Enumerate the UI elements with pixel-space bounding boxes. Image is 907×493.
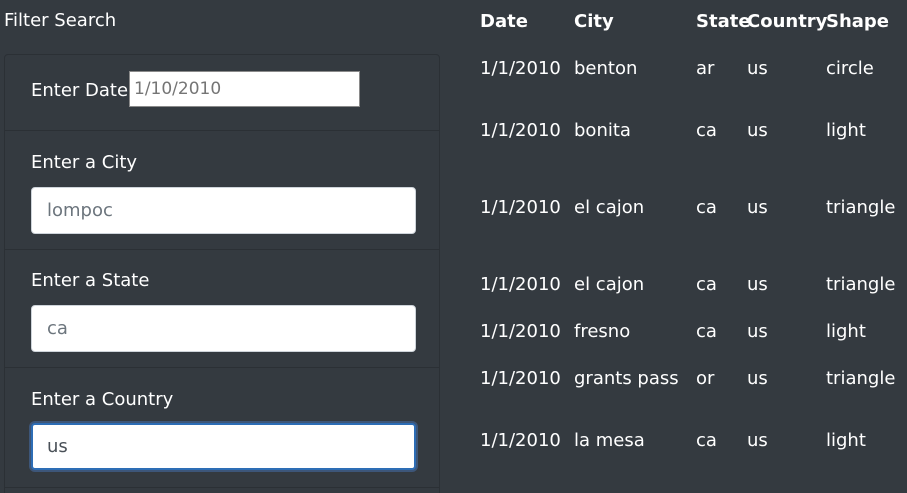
header-shape: Shape	[826, 11, 890, 32]
cell-shape: light	[826, 430, 866, 451]
page: Filter Search Enter Date Enter a City En…	[0, 0, 907, 493]
cell-shape: light	[826, 321, 866, 342]
date-input[interactable]	[129, 71, 360, 107]
cell-shape: triangle	[826, 368, 896, 389]
cell-date: 1/1/2010	[480, 321, 561, 342]
cell-state: ar	[696, 58, 715, 79]
table-row: 1/1/2010 benton ar us circle	[480, 57, 907, 81]
cell-city: el cajon	[574, 274, 645, 295]
cell-date: 1/1/2010	[480, 197, 561, 218]
filter-row-country: Enter a Country	[5, 368, 439, 488]
table-row: 1/1/2010 grants pass or us triangle	[480, 367, 907, 391]
cell-city: grants pass	[574, 368, 679, 389]
cell-city: benton	[574, 58, 638, 79]
cell-city: el cajon	[574, 197, 645, 218]
city-label: Enter a City	[31, 152, 138, 173]
header-city: City	[574, 11, 614, 32]
cell-country: us	[747, 274, 768, 295]
table-row: 1/1/2010 bonita ca us light	[480, 119, 907, 143]
state-input[interactable]	[31, 305, 416, 352]
table-row: 1/1/2010 el cajon ca us triangle	[480, 196, 907, 220]
country-input[interactable]	[31, 423, 416, 470]
cell-shape: circle	[826, 58, 874, 79]
header-date: Date	[480, 11, 528, 32]
cell-country: us	[747, 368, 768, 389]
table-row: 1/1/2010 el cajon ca us triangle	[480, 273, 907, 297]
cell-state: or	[696, 368, 715, 389]
header-state: State	[696, 11, 751, 32]
cell-shape: light	[826, 120, 866, 141]
country-label: Enter a Country	[31, 389, 174, 410]
cell-date: 1/1/2010	[480, 274, 561, 295]
cell-shape: triangle	[826, 197, 896, 218]
cell-state: ca	[696, 321, 717, 342]
state-label: Enter a State	[31, 270, 150, 291]
cell-country: us	[747, 58, 768, 79]
filter-panel: Enter Date Enter a City Enter a State En…	[4, 54, 440, 493]
cell-country: us	[747, 430, 768, 451]
cell-country: us	[747, 197, 768, 218]
cell-country: us	[747, 120, 768, 141]
filter-row-city: Enter a City	[5, 131, 439, 250]
cell-shape: triangle	[826, 274, 896, 295]
filter-search-title: Filter Search	[4, 10, 117, 31]
cell-city: fresno	[574, 321, 631, 342]
cell-country: us	[747, 321, 768, 342]
cell-state: ca	[696, 197, 717, 218]
cell-state: ca	[696, 274, 717, 295]
cell-date: 1/1/2010	[480, 430, 561, 451]
city-input[interactable]	[31, 187, 416, 234]
table-row: 1/1/2010 fresno ca us light	[480, 320, 907, 344]
cell-city: la mesa	[574, 430, 645, 451]
cell-date: 1/1/2010	[480, 368, 561, 389]
filter-row-date: Enter Date	[5, 55, 439, 131]
cell-date: 1/1/2010	[480, 120, 561, 141]
cell-city: bonita	[574, 120, 631, 141]
filter-row-state: Enter a State	[5, 250, 439, 368]
cell-state: ca	[696, 120, 717, 141]
cell-state: ca	[696, 430, 717, 451]
header-country: Country	[747, 11, 828, 32]
table-row: 1/1/2010 la mesa ca us light	[480, 429, 907, 453]
cell-date: 1/1/2010	[480, 58, 561, 79]
date-label: Enter Date	[31, 80, 129, 101]
